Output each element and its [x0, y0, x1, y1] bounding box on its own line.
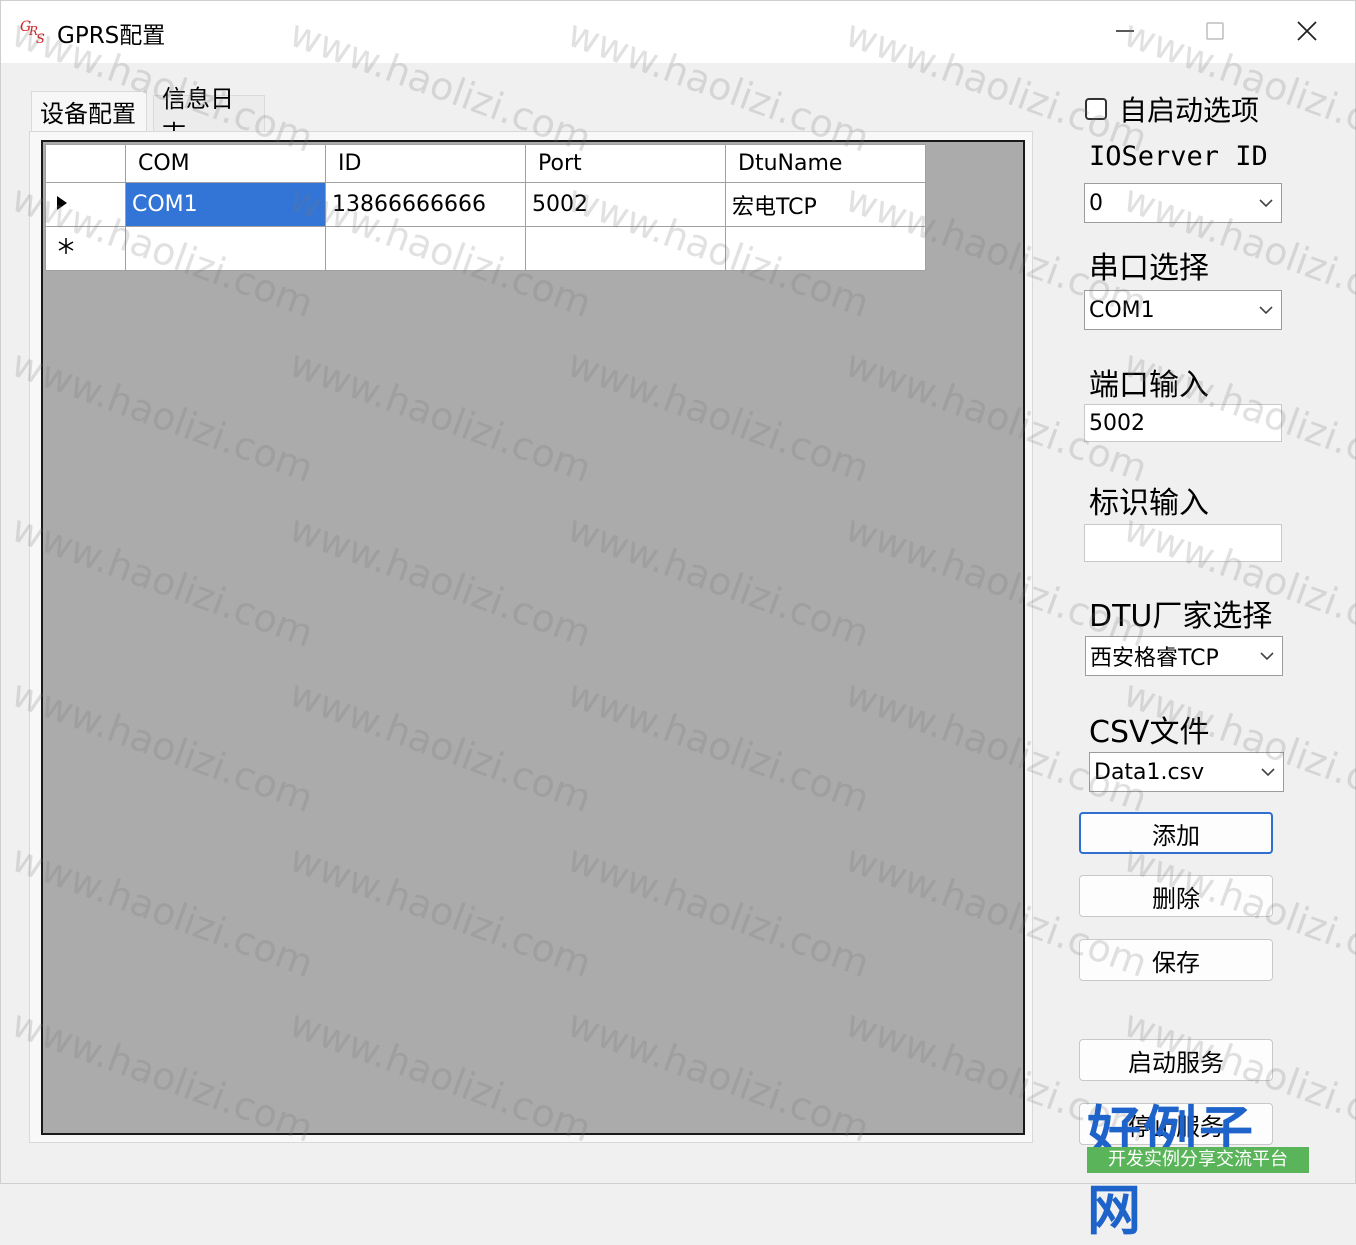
chevron-down-icon [1252, 637, 1282, 675]
row-current-marker[interactable] [45, 182, 126, 227]
serial-port-value: COM1 [1089, 297, 1155, 323]
svg-text:S: S [36, 32, 45, 47]
csv-file-select[interactable]: Data1.csv [1089, 752, 1284, 792]
table-cell-port[interactable]: 5002 [525, 182, 726, 227]
window-title: GPRS配置 [57, 23, 166, 49]
close-icon [1297, 21, 1317, 41]
table-cell-dtuname[interactable]: 宏电TCP [725, 182, 926, 227]
logo-subtitle: 开发实例分享交流平台 [1087, 1147, 1309, 1173]
chevron-down-icon [1253, 753, 1283, 791]
chevron-down-icon [1251, 291, 1281, 329]
tab-info-log[interactable]: 信息日志 [153, 85, 265, 148]
ioserver-id-label: IOServer ID [1089, 141, 1268, 172]
grid-header-row: COM ID Port DtuName [45, 144, 926, 183]
gprs-config-window: G R S GPRS配置 设备配置 信息日志 COM ID Port DtuNa… [0, 0, 1356, 1242]
column-header-port[interactable]: Port [525, 144, 726, 183]
port-input-label: 端口输入 [1089, 368, 1209, 403]
tab-device-config[interactable]: 设备配置 [31, 91, 147, 131]
maximize-icon [1206, 22, 1224, 40]
close-button[interactable] [1285, 11, 1329, 51]
table-cell-port[interactable] [525, 226, 726, 271]
csv-file-value: Data1.csv [1094, 759, 1205, 785]
column-header-id[interactable]: ID [325, 144, 526, 183]
port-input-field[interactable]: 5002 [1084, 404, 1282, 442]
delete-button[interactable]: 删除 [1079, 875, 1273, 917]
grid-table: COM ID Port DtuName COM1 13866666666 500… [45, 144, 926, 271]
current-row-arrow-icon [57, 196, 67, 210]
table-cell-id[interactable] [325, 226, 526, 271]
device-data-grid[interactable]: COM ID Port DtuName COM1 13866666666 500… [41, 140, 1025, 1135]
table-row[interactable]: COM1 13866666666 5002 宏电TCP [45, 182, 926, 227]
minimize-button[interactable] [1103, 11, 1147, 51]
row-header-corner[interactable] [45, 144, 126, 183]
site-logo: 好例子网 开发实例分享交流平台 [1087, 1087, 1309, 1242]
row-new-marker[interactable] [45, 226, 126, 271]
ioserver-id-select[interactable]: 0 [1084, 183, 1282, 223]
dtu-vendor-value: 西安格睿TCP [1090, 646, 1219, 671]
column-header-dtuname[interactable]: DtuName [725, 144, 926, 183]
table-cell-com[interactable] [125, 226, 326, 271]
add-button[interactable]: 添加 [1079, 812, 1273, 854]
autostart-checkbox[interactable] [1085, 98, 1107, 120]
table-cell-com[interactable]: COM1 [125, 182, 326, 227]
ident-input-field[interactable] [1084, 524, 1282, 562]
autostart-checkbox-row[interactable]: 自启动选项 [1085, 89, 1259, 129]
dtu-vendor-select[interactable]: 西安格睿TCP [1085, 636, 1283, 676]
serial-port-select[interactable]: COM1 [1084, 290, 1282, 330]
table-cell-id[interactable]: 13866666666 [325, 182, 526, 227]
autostart-label: 自启动选项 [1119, 94, 1260, 127]
ident-input-label: 标识输入 [1089, 486, 1209, 521]
dtu-vendor-label: DTU厂家选择 [1089, 599, 1273, 634]
new-row-asterisk-icon [58, 237, 74, 254]
ioserver-id-value: 0 [1089, 190, 1103, 216]
chevron-down-icon [1251, 184, 1281, 222]
start-service-button[interactable]: 启动服务 [1079, 1039, 1273, 1081]
title-bar: G R S GPRS配置 [1, 1, 1355, 63]
column-header-com[interactable]: COM [125, 144, 326, 183]
minimize-icon [1116, 30, 1134, 32]
csv-file-label: CSV文件 [1089, 715, 1210, 750]
maximize-button[interactable] [1193, 11, 1237, 51]
table-row-new[interactable] [45, 226, 926, 271]
table-cell-dtuname[interactable] [725, 226, 926, 271]
save-button[interactable]: 保存 [1079, 939, 1273, 981]
serial-port-label: 串口选择 [1089, 251, 1209, 286]
app-icon: G R S [20, 19, 45, 47]
